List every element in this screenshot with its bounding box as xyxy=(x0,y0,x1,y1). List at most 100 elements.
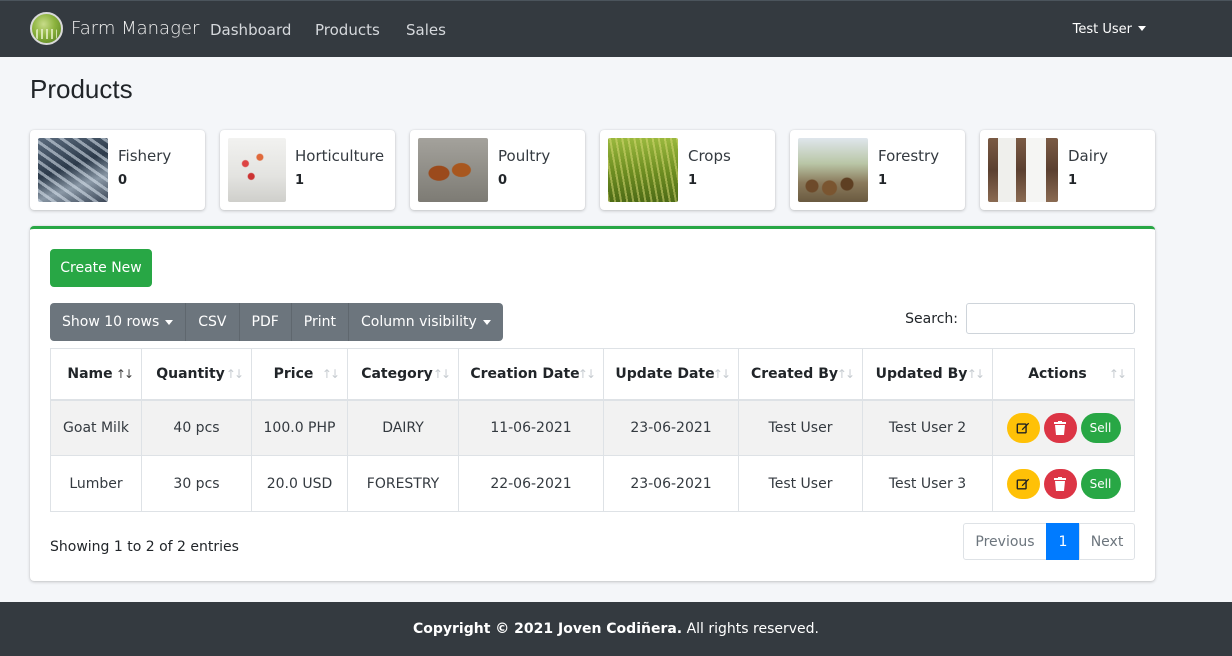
cell-category: FORESTRY xyxy=(347,455,459,512)
row-actions: Sell xyxy=(1006,412,1121,443)
forestry-image xyxy=(798,138,868,202)
cell-quantity: 40 pcs xyxy=(141,399,252,456)
poultry-image xyxy=(418,138,488,202)
category-card-crops[interactable]: Crops 1 xyxy=(600,130,775,210)
category-count: 0 xyxy=(498,173,508,188)
category-card-poultry[interactable]: Poultry 0 xyxy=(410,130,585,210)
page-1-button[interactable]: 1 xyxy=(1046,523,1080,560)
col-header-label: Category xyxy=(361,365,433,382)
export-button-group: Show 10 rows CSV PDF Print Column visibi… xyxy=(50,303,503,341)
col-header-category[interactable]: Category ↑↓ xyxy=(347,348,459,401)
sort-icon: ↑↓ xyxy=(577,367,596,381)
trash-icon xyxy=(1054,476,1066,491)
category-count: 1 xyxy=(1068,173,1078,188)
products-table: Name ↑↓ Quantity ↑↓ Price ↑↓ Category ↑↓ Cre… xyxy=(50,348,1135,512)
category-name: Horticulture xyxy=(295,147,385,165)
brand-name: Farm Manager xyxy=(71,18,200,39)
col-header-updated-by[interactable]: Updated By ↑↓ xyxy=(862,348,993,401)
cell-update-date: 23-06-2021 xyxy=(603,399,739,456)
pagination: Previous 1 Next xyxy=(963,523,1135,560)
cell-name: Goat Milk xyxy=(50,399,142,456)
nav-link-sales[interactable]: Sales xyxy=(406,21,446,39)
cell-category: DAIRY xyxy=(347,399,459,456)
sell-button[interactable]: Sell xyxy=(1080,468,1121,499)
cell-actions: Sell xyxy=(992,399,1135,456)
sort-icon: ↑↓ xyxy=(432,367,451,381)
cell-updated-by: Test User 2 xyxy=(862,399,993,456)
previous-page-button[interactable]: Previous xyxy=(963,523,1047,560)
sort-icon: ↑↓ xyxy=(1108,367,1127,381)
copyright-text: Copyright © 2021 Joven Codiñera. xyxy=(412,621,683,637)
col-header-label: Creation Date xyxy=(470,365,580,382)
col-header-update-date[interactable]: Update Date ↑↓ xyxy=(603,348,739,401)
category-card-horticulture[interactable]: Horticulture 1 xyxy=(220,130,395,210)
column-visibility-label: Column visibility xyxy=(361,314,477,330)
category-name: Forestry xyxy=(878,147,940,165)
csv-button[interactable]: CSV xyxy=(186,303,240,341)
cell-update-date: 23-06-2021 xyxy=(603,455,739,512)
dairy-image xyxy=(988,138,1058,202)
col-header-label: Quantity xyxy=(156,365,225,382)
category-card-dairy[interactable]: Dairy 1 xyxy=(980,130,1155,210)
sort-icon: ↑↓ xyxy=(836,367,855,381)
category-name: Crops xyxy=(688,147,731,165)
col-header-actions[interactable]: Actions ↑↓ xyxy=(992,348,1135,401)
search-label: Search: xyxy=(905,310,958,327)
search-input[interactable] xyxy=(966,303,1135,334)
col-header-label: Update Date xyxy=(615,365,715,382)
col-header-name[interactable]: Name ↑↓ xyxy=(50,348,142,401)
col-header-quantity[interactable]: Quantity ↑↓ xyxy=(141,348,252,401)
col-header-label: Created By xyxy=(750,365,838,382)
brand[interactable]: Farm Manager xyxy=(30,12,199,45)
col-header-price[interactable]: Price ↑↓ xyxy=(251,348,348,401)
cell-price: 100.0 PHP xyxy=(251,399,348,456)
nav-link-products[interactable]: Products xyxy=(315,21,380,39)
crops-image xyxy=(608,138,678,202)
next-page-button[interactable]: Next xyxy=(1079,523,1135,560)
col-header-label: Actions xyxy=(1028,365,1087,382)
delete-button[interactable] xyxy=(1043,468,1077,499)
pdf-button[interactable]: PDF xyxy=(240,303,292,341)
page-title: Products xyxy=(30,74,133,104)
delete-button[interactable] xyxy=(1043,412,1077,443)
col-header-created-by[interactable]: Created By ↑↓ xyxy=(738,348,863,401)
horticulture-image xyxy=(228,138,286,202)
nav-link-dashboard[interactable]: Dashboard xyxy=(210,21,291,39)
cell-creation-date: 22-06-2021 xyxy=(458,455,604,512)
edit-button[interactable] xyxy=(1006,468,1040,499)
edit-button[interactable] xyxy=(1006,412,1040,443)
table-header-row: Name ↑↓ Quantity ↑↓ Price ↑↓ Category ↑↓ Cre… xyxy=(50,348,1135,401)
edit-icon xyxy=(1016,422,1030,434)
category-name: Poultry xyxy=(498,147,551,165)
category-card-fishery[interactable]: Fishery 0 xyxy=(30,130,205,210)
show-rows-button[interactable]: Show 10 rows xyxy=(50,303,187,341)
sort-icon: ↑↓ xyxy=(966,367,985,381)
cell-name: Lumber xyxy=(50,455,142,512)
farm-logo-icon xyxy=(30,12,63,45)
sort-icon: ↑↓ xyxy=(712,367,731,381)
category-name: Fishery xyxy=(118,147,172,165)
category-count: 1 xyxy=(688,173,698,188)
edit-icon xyxy=(1016,478,1030,490)
cell-quantity: 30 pcs xyxy=(141,455,252,512)
print-button[interactable]: Print xyxy=(292,303,349,341)
sort-asc-icon: ↑↓ xyxy=(115,367,134,381)
sort-icon: ↑↓ xyxy=(321,367,340,381)
create-new-button[interactable]: Create New xyxy=(50,249,152,287)
table-row: Lumber 30 pcs 20.0 USD FORESTRY 22-06-20… xyxy=(50,455,1135,512)
col-header-creation-date[interactable]: Creation Date ↑↓ xyxy=(458,348,604,401)
cell-created-by: Test User xyxy=(738,455,863,512)
search-box: Search: xyxy=(905,303,1135,334)
cell-price: 20.0 USD xyxy=(251,455,348,512)
column-visibility-button[interactable]: Column visibility xyxy=(349,303,503,341)
category-count: 1 xyxy=(878,173,888,188)
user-menu-dropdown[interactable]: Test User xyxy=(1073,22,1146,37)
cell-actions: Sell xyxy=(992,455,1135,512)
user-name: Test User xyxy=(1072,22,1132,37)
chevron-down-icon xyxy=(482,319,491,325)
sell-button[interactable]: Sell xyxy=(1080,412,1121,443)
page-footer: Copyright © 2021 Joven Codiñera. All rig… xyxy=(0,602,1232,656)
category-name: Dairy xyxy=(1068,147,1108,165)
cell-updated-by: Test User 3 xyxy=(862,455,993,512)
category-card-forestry[interactable]: Forestry 1 xyxy=(790,130,965,210)
